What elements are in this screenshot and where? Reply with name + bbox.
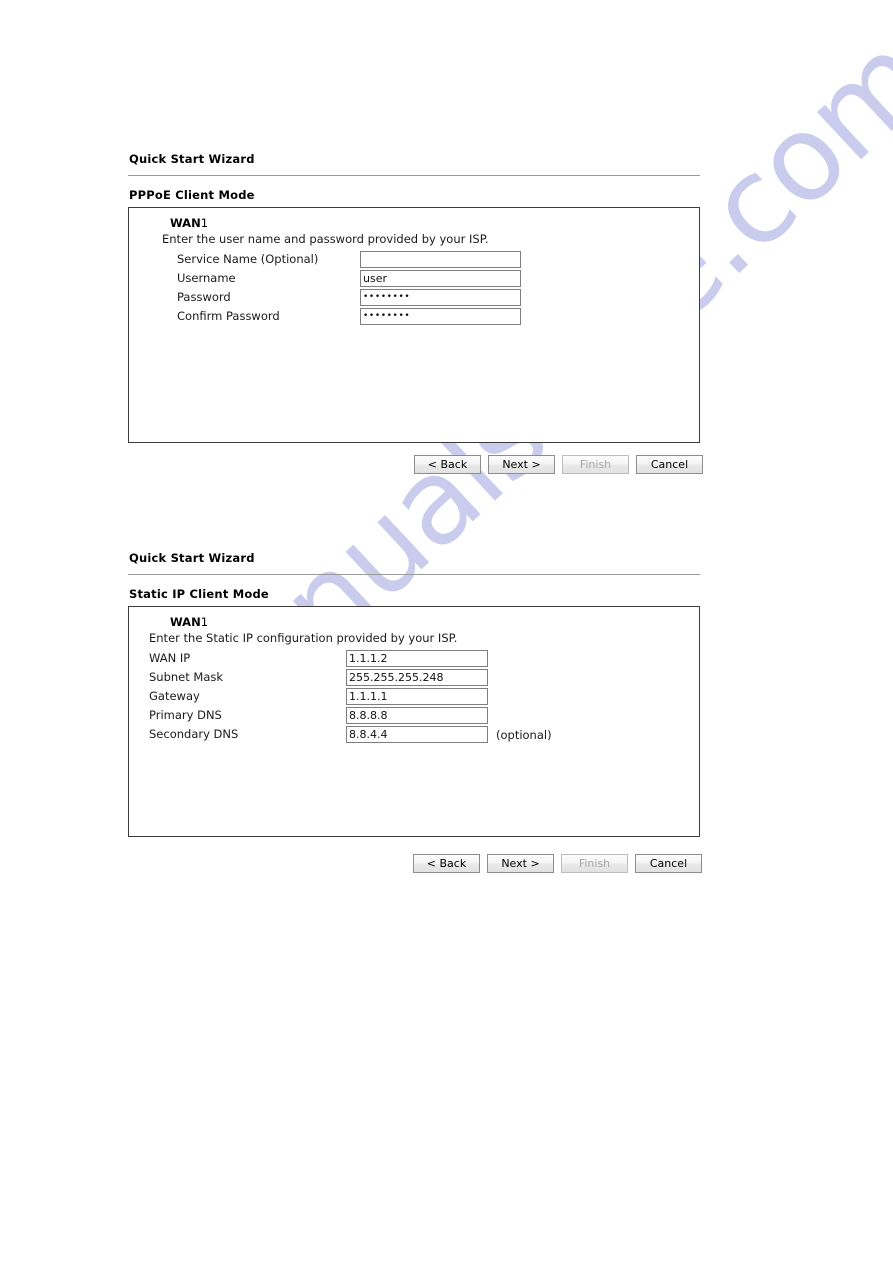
label-username: Username <box>177 271 236 285</box>
form-row-gateway: Gateway 1.1.1.1 <box>149 687 699 706</box>
label-wan-ip: WAN IP <box>149 651 191 665</box>
label-service-name: Service Name (Optional) <box>177 252 319 266</box>
input-secondary-dns[interactable]: 8.8.4.4 <box>346 726 488 743</box>
form-row-username: Username user <box>170 269 699 288</box>
input-confirm-password[interactable]: •••••••• <box>360 308 521 325</box>
panel-description: Enter the user name and password provide… <box>162 232 489 246</box>
label-password: Password <box>177 290 231 304</box>
next-button[interactable]: Next > <box>488 455 555 474</box>
back-button-2[interactable]: < Back <box>413 854 480 873</box>
config-panel-pppoe: WAN1 Enter the user name and password pr… <box>128 207 700 443</box>
title-divider <box>128 175 700 176</box>
config-panel-static-ip: WAN1 Enter the Static IP configuration p… <box>128 606 700 837</box>
mode-label-pppoe: PPPoE Client Mode <box>129 188 255 202</box>
cancel-button[interactable]: Cancel <box>636 455 703 474</box>
input-service-name[interactable] <box>360 251 521 268</box>
label-subnet-mask: Subnet Mask <box>149 670 224 684</box>
wan-number-2: 1 <box>200 615 209 629</box>
input-wan-ip[interactable]: 1.1.1.2 <box>346 650 488 667</box>
wizard-section-pppoe: Quick Start Wizard PPPoE Client Mode WAN… <box>128 152 700 443</box>
input-subnet-mask[interactable]: 255.255.255.248 <box>346 669 488 686</box>
wan-label-2: WAN <box>170 615 201 629</box>
label-gateway: Gateway <box>149 689 200 703</box>
mode-label-static-ip: Static IP Client Mode <box>129 587 269 601</box>
wan-heading: WAN1 <box>170 216 699 231</box>
input-username[interactable]: user <box>360 270 521 287</box>
form-row-primary-dns: Primary DNS 8.8.8.8 <box>149 706 699 725</box>
wizard-buttons-pppoe: < Back Next > Finish Cancel <box>414 455 703 474</box>
password-mask: •••••••• <box>363 292 411 302</box>
next-button-2[interactable]: Next > <box>487 854 554 873</box>
input-gateway[interactable]: 1.1.1.1 <box>346 688 488 705</box>
finish-button: Finish <box>562 455 629 474</box>
label-primary-dns: Primary DNS <box>149 708 222 722</box>
input-password[interactable]: •••••••• <box>360 289 521 306</box>
back-button[interactable]: < Back <box>414 455 481 474</box>
input-primary-dns[interactable]: 8.8.8.8 <box>346 707 488 724</box>
wan-number: 1 <box>200 216 209 230</box>
form-row-service-name: Service Name (Optional) <box>170 250 699 269</box>
page-title: Quick Start Wizard <box>129 152 255 166</box>
wan-heading-2: WAN1 <box>170 615 699 630</box>
wan-label: WAN <box>170 216 201 230</box>
title-divider-2 <box>128 574 700 575</box>
label-confirm-password: Confirm Password <box>177 309 280 323</box>
label-secondary-dns: Secondary DNS <box>149 727 239 741</box>
form-row-secondary-dns: Secondary DNS 8.8.4.4 (optional) <box>149 725 699 744</box>
secondary-dns-optional-note: (optional) <box>496 727 552 742</box>
confirm-password-mask: •••••••• <box>363 311 411 321</box>
form-row-wan-ip: WAN IP 1.1.1.2 <box>149 649 699 668</box>
wizard-buttons-static-ip: < Back Next > Finish Cancel <box>413 854 702 873</box>
cancel-button-2[interactable]: Cancel <box>635 854 702 873</box>
finish-button-2: Finish <box>561 854 628 873</box>
form-row-confirm-password: Confirm Password •••••••• <box>170 307 699 326</box>
page-title-2: Quick Start Wizard <box>129 551 255 565</box>
form-row-password: Password •••••••• <box>170 288 699 307</box>
wizard-section-static-ip: Quick Start Wizard Static IP Client Mode… <box>128 551 700 837</box>
form-row-subnet-mask: Subnet Mask 255.255.255.248 <box>149 668 699 687</box>
panel-description-2: Enter the Static IP configuration provid… <box>149 631 458 645</box>
